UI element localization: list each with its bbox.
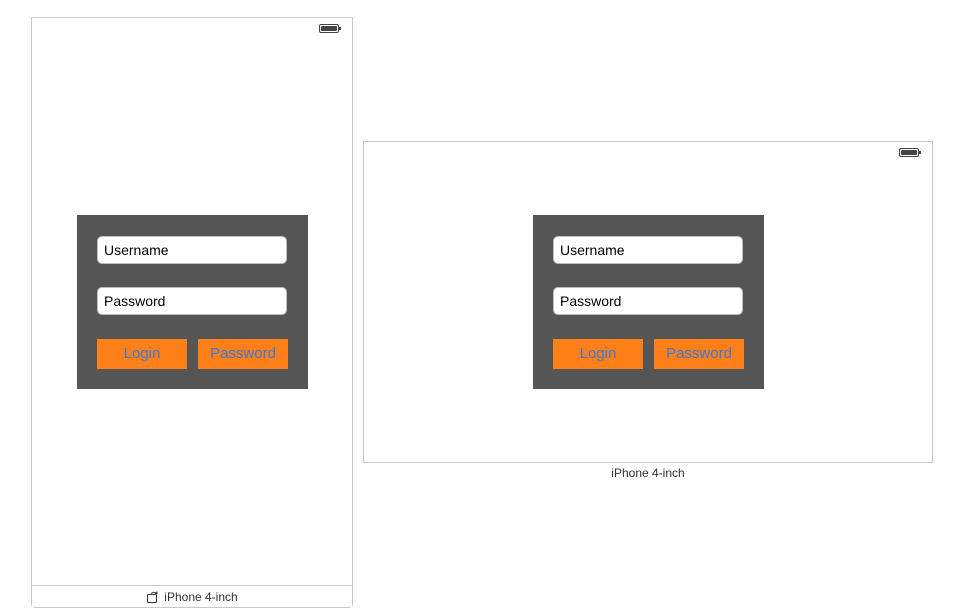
battery-icon: [899, 148, 921, 157]
rotate-icon[interactable]: [146, 590, 160, 604]
battery-icon: [319, 24, 341, 33]
username-field[interactable]: Username: [97, 236, 287, 264]
password-field[interactable]: Password: [553, 287, 743, 315]
login-panel: Username Password Login Password: [77, 215, 308, 389]
device-label: iPhone 4-inch: [611, 466, 685, 480]
login-button[interactable]: Login: [97, 339, 187, 369]
device-footer[interactable]: iPhone 4-inch: [32, 585, 352, 607]
username-field[interactable]: Username: [553, 236, 743, 264]
password-button[interactable]: Password: [654, 339, 744, 369]
password-button[interactable]: Password: [198, 339, 288, 369]
landscape-device-canvas[interactable]: Username Password Login Password: [363, 141, 933, 463]
login-button[interactable]: Login: [553, 339, 643, 369]
device-label: iPhone 4-inch: [164, 589, 238, 604]
portrait-device-canvas[interactable]: Username Password Login Password iPhone …: [31, 17, 353, 608]
login-panel: Username Password Login Password: [533, 215, 764, 389]
password-field[interactable]: Password: [97, 287, 287, 315]
